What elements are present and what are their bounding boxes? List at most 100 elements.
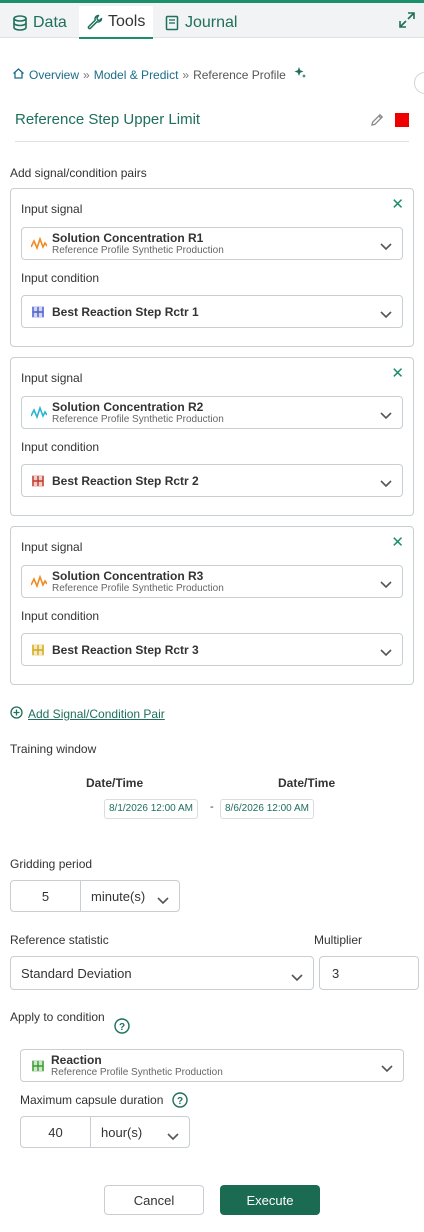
- wrench-icon: [87, 14, 103, 30]
- gridding-value-input[interactable]: 5: [10, 880, 81, 912]
- plus-circle-icon: [10, 706, 23, 722]
- chevron-down-icon: [380, 307, 392, 322]
- breadcrumb-overview[interactable]: Overview: [29, 68, 79, 82]
- add-pair-label: Add Signal/Condition Pair: [28, 707, 165, 721]
- tab-tools[interactable]: Tools: [79, 6, 154, 39]
- pairs-section-label: Add signal/condition pairs: [10, 166, 147, 180]
- database-icon: [12, 14, 28, 31]
- execute-button[interactable]: Execute: [220, 1185, 320, 1215]
- reference-statistic-select[interactable]: Standard Deviation: [10, 956, 314, 990]
- input-condition-select[interactable]: Best Reaction Step Rctr 2: [21, 464, 403, 497]
- reference-statistic-value: Standard Deviation: [21, 966, 132, 981]
- chevron-down-icon: [167, 1129, 179, 1144]
- add-pair-link[interactable]: Add Signal/Condition Pair: [10, 706, 165, 722]
- max-capsule-duration-label: Maximum capsule duration: [20, 1093, 164, 1107]
- cancel-button[interactable]: Cancel: [104, 1185, 204, 1215]
- input-signal-label: Input signal: [21, 202, 83, 216]
- date-range-separator: -: [210, 801, 214, 813]
- max-duration-unit-select[interactable]: hour(s): [90, 1116, 190, 1148]
- home-icon: [12, 67, 25, 83]
- condition-name: Best Reaction Step Rctr 2: [52, 474, 199, 488]
- tab-journal-label: Journal: [185, 13, 238, 31]
- input-condition-select[interactable]: Best Reaction Step Rctr 3: [21, 633, 403, 666]
- chevron-down-icon: [381, 1061, 393, 1076]
- signal-source: Reference Profile Synthetic Production: [52, 245, 224, 256]
- signal-icon: [30, 405, 48, 423]
- chevron-down-icon: [157, 893, 169, 908]
- help-icon[interactable]: ?: [114, 1018, 130, 1037]
- end-datetime-header: Date/Time: [278, 776, 336, 790]
- tool-tab-bar: Data Tools Journal: [0, 0, 424, 39]
- breadcrumb-current: Reference Profile: [193, 67, 286, 82]
- input-condition-select[interactable]: Best Reaction Step Rctr 1: [21, 295, 403, 328]
- condition-icon: [31, 474, 45, 491]
- reference-statistic-label: Reference statistic: [10, 933, 109, 947]
- condition-icon: [31, 643, 45, 660]
- input-condition-label: Input condition: [21, 609, 100, 623]
- max-duration-unit: hour(s): [101, 1125, 143, 1140]
- signal-icon: [30, 236, 48, 254]
- book-icon: [164, 15, 180, 31]
- expand-icon[interactable]: [398, 11, 416, 32]
- breadcrumb-model-predict[interactable]: Model & Predict: [94, 68, 179, 82]
- max-duration-value-input[interactable]: 40: [20, 1116, 91, 1148]
- close-icon[interactable]: ✕: [391, 535, 404, 550]
- signal-source: Reference Profile Synthetic Production: [52, 583, 224, 594]
- chevron-down-icon: [380, 408, 392, 423]
- input-signal-select[interactable]: Solution Concentration R1 Reference Prof…: [21, 227, 403, 260]
- item-title-row: Reference Step Upper Limit: [15, 108, 409, 142]
- input-condition-label: Input condition: [21, 440, 100, 454]
- chevron-down-icon: [380, 645, 392, 660]
- input-signal-label: Input signal: [21, 540, 83, 554]
- tab-journal[interactable]: Journal: [164, 6, 237, 39]
- breadcrumb: Overview » Model & Predict » Reference P…: [12, 66, 307, 83]
- gridding-value: 5: [41, 889, 50, 904]
- apply-condition-label: Apply to condition: [10, 1010, 105, 1024]
- signal-icon: [30, 574, 48, 592]
- condition-name: Best Reaction Step Rctr 3: [52, 643, 199, 657]
- condition-name: Best Reaction Step Rctr 1: [52, 305, 199, 319]
- apply-condition-source: Reference Profile Synthetic Production: [51, 1067, 223, 1078]
- signal-condition-pair: ✕ Input signal Solution Concentration R1…: [10, 188, 414, 347]
- item-color-swatch[interactable]: [395, 113, 409, 127]
- start-datetime-header: Date/Time: [86, 776, 144, 790]
- condition-icon: [31, 305, 45, 322]
- training-window-label: Training window: [10, 742, 97, 756]
- breadcrumb-separator: »: [83, 67, 90, 82]
- signal-source: Reference Profile Synthetic Production: [52, 414, 224, 425]
- svg-text:?: ?: [177, 1096, 183, 1107]
- apply-condition-name: Reaction: [51, 1053, 102, 1067]
- signal-name: Solution Concentration R2: [52, 400, 204, 414]
- close-icon[interactable]: ✕: [391, 366, 404, 381]
- max-duration-value: 40: [48, 1125, 63, 1140]
- chevron-down-icon: [380, 239, 392, 254]
- chevron-down-icon: [380, 577, 392, 592]
- gridding-period-label: Gridding period: [10, 857, 93, 871]
- end-date-input[interactable]: 8/6/2026 12:00 AM: [220, 799, 314, 819]
- input-signal-label: Input signal: [21, 371, 83, 385]
- svg-text:?: ?: [119, 1022, 125, 1033]
- signal-name: Solution Concentration R1: [52, 231, 204, 245]
- input-condition-label: Input condition: [21, 271, 100, 285]
- close-icon[interactable]: ✕: [391, 197, 404, 212]
- start-date-input[interactable]: 8/1/2026 12:00 AM: [104, 799, 198, 819]
- breadcrumb-separator: »: [182, 67, 190, 82]
- signal-name: Solution Concentration R3: [52, 569, 204, 583]
- multiplier-value: 3: [332, 966, 340, 981]
- chevron-down-icon: [380, 476, 392, 491]
- chevron-down-icon: [291, 970, 303, 985]
- input-signal-select[interactable]: Solution Concentration R2 Reference Prof…: [21, 396, 403, 429]
- multiplier-input[interactable]: 3: [319, 956, 419, 990]
- item-title[interactable]: Reference Step Upper Limit: [15, 108, 409, 132]
- help-icon[interactable]: ?: [172, 1092, 188, 1111]
- tab-data[interactable]: Data: [12, 6, 67, 39]
- collapse-panel-button[interactable]: [414, 72, 424, 94]
- multiplier-label: Multiplier: [314, 933, 363, 947]
- apply-condition-select[interactable]: Reaction Reference Profile Synthetic Pro…: [20, 1049, 404, 1082]
- pencil-icon[interactable]: [370, 112, 385, 130]
- input-signal-select[interactable]: Solution Concentration R3 Reference Prof…: [21, 565, 403, 598]
- signal-condition-pair: ✕ Input signal Solution Concentration R2…: [10, 357, 414, 516]
- sparkle-icon[interactable]: [293, 66, 307, 83]
- gridding-unit-select[interactable]: minute(s): [80, 880, 180, 912]
- gridding-unit: minute(s): [91, 889, 146, 904]
